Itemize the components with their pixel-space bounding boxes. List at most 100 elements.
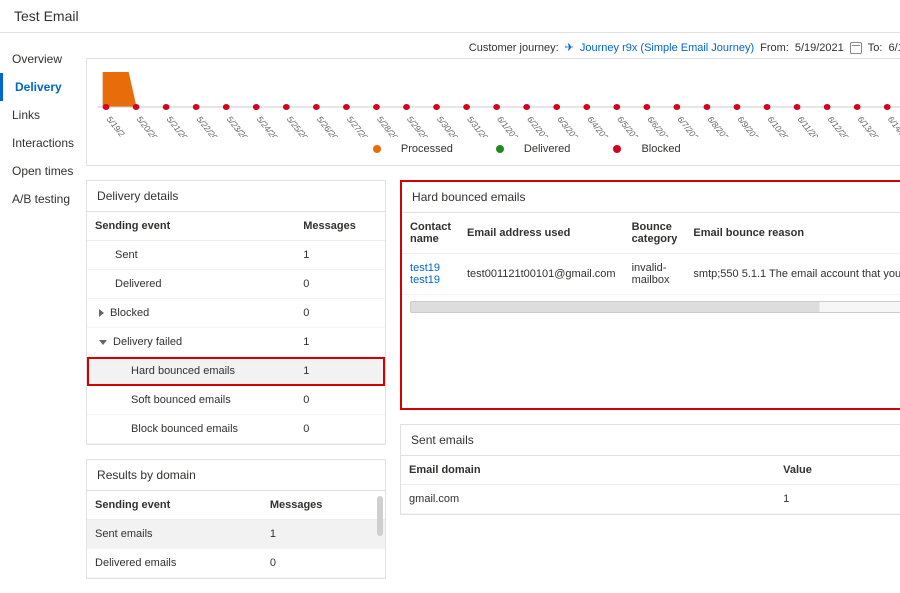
sidebar: Overview Delivery Links Interactions Ope… bbox=[0, 33, 86, 593]
page-title: Test Email bbox=[0, 0, 900, 33]
svg-text:5/21/2021: 5/21/2021 bbox=[164, 115, 196, 137]
journey-icon: ✈ bbox=[565, 41, 574, 54]
table-row[interactable]: Block bounced emails0 bbox=[87, 415, 385, 444]
sent-emails-panel: Sent emails ⤓ Email domain Value gmail.c… bbox=[400, 424, 900, 515]
journey-label: Customer journey: bbox=[469, 42, 559, 54]
row-value: 0 bbox=[295, 386, 385, 415]
panel-title: Delivery details bbox=[87, 181, 385, 212]
row-label: Sent emails bbox=[87, 520, 262, 549]
sidebar-item-delivery[interactable]: Delivery bbox=[0, 73, 86, 101]
svg-text:5/30/2021: 5/30/2021 bbox=[435, 115, 467, 137]
to-date[interactable]: 6/16/2021 bbox=[888, 42, 900, 54]
svg-text:6/2/2021: 6/2/2021 bbox=[525, 115, 554, 137]
hard-bounced-table: Contact name Email address used Bounce c… bbox=[402, 213, 900, 295]
svg-text:5/26/2021: 5/26/2021 bbox=[315, 115, 347, 137]
horizontal-scrollbar[interactable] bbox=[410, 301, 900, 313]
cell-category: invalid-mailbox bbox=[624, 254, 686, 295]
svg-text:6/11/2021: 6/11/2021 bbox=[795, 115, 826, 137]
svg-text:5/27/2021: 5/27/2021 bbox=[345, 115, 377, 137]
sidebar-item-links[interactable]: Links bbox=[0, 101, 86, 129]
calendar-icon[interactable] bbox=[850, 42, 862, 54]
svg-text:6/12/2021: 6/12/2021 bbox=[825, 115, 857, 137]
scrollbar[interactable] bbox=[377, 496, 383, 536]
svg-text:6/8/2021: 6/8/2021 bbox=[705, 115, 734, 137]
row-label: Soft bounced emails bbox=[131, 394, 231, 406]
delivery-timeline-chart: 5/19/25/20/20215/21/20215/22/20215/23/20… bbox=[97, 67, 900, 137]
col-reason[interactable]: Email bounce reason bbox=[685, 213, 900, 254]
svg-text:6/14/2021: 6/14/2021 bbox=[886, 115, 900, 137]
svg-text:6/9/2021: 6/9/2021 bbox=[735, 115, 764, 137]
row-label: Hard bounced emails bbox=[131, 365, 235, 377]
svg-text:5/19/2: 5/19/2 bbox=[104, 115, 127, 137]
svg-text:6/1/2021: 6/1/2021 bbox=[495, 115, 524, 137]
row-label: Delivered bbox=[115, 278, 161, 290]
panel-title: Sent emails bbox=[411, 433, 474, 447]
svg-text:5/25/2021: 5/25/2021 bbox=[285, 115, 317, 137]
col-sending-event[interactable]: Sending event bbox=[87, 212, 295, 241]
table-row[interactable]: gmail.com 1 bbox=[401, 485, 900, 514]
chart-legend: Processed Delivered Blocked bbox=[97, 137, 900, 155]
col-sending-event[interactable]: Sending event bbox=[87, 491, 262, 520]
chevron-right-icon[interactable] bbox=[99, 309, 104, 317]
table-row[interactable]: Hard bounced emails 1 bbox=[87, 357, 385, 386]
cell-value: 1 bbox=[775, 485, 900, 514]
cell-reason: smtp;550 5.1.1 The email account that yo… bbox=[685, 254, 900, 295]
svg-text:6/6/2021: 6/6/2021 bbox=[645, 115, 674, 137]
delivery-details-panel: Delivery details Sending event Messages … bbox=[86, 180, 386, 445]
timeline-chart-card: 5/19/25/20/20215/21/20215/22/20215/23/20… bbox=[86, 58, 900, 166]
cell-email: test001121t00101@gmail.com bbox=[459, 254, 624, 295]
table-row[interactable]: Delivery failed1 bbox=[87, 328, 385, 357]
svg-text:5/31/2021: 5/31/2021 bbox=[465, 115, 497, 137]
col-domain[interactable]: Email domain bbox=[401, 456, 775, 485]
table-row[interactable]: Sent emails1 bbox=[87, 520, 385, 549]
hard-bounced-panel: Hard bounced emails ⤓ Contact name Email… bbox=[400, 180, 900, 410]
svg-text:6/7/2021: 6/7/2021 bbox=[675, 115, 704, 137]
svg-text:5/28/2021: 5/28/2021 bbox=[375, 115, 407, 137]
col-category[interactable]: Bounce category bbox=[624, 213, 686, 254]
legend-delivered: Delivered bbox=[524, 143, 570, 155]
table-row[interactable]: Delivered0 bbox=[87, 270, 385, 299]
sent-emails-table: Email domain Value gmail.com 1 bbox=[401, 456, 900, 514]
svg-text:5/24/2021: 5/24/2021 bbox=[255, 115, 287, 137]
col-messages[interactable]: Messages bbox=[262, 491, 385, 520]
table-row[interactable]: test19 test19 test001121t00101@gmail.com… bbox=[402, 254, 900, 295]
table-row[interactable]: Blocked0 bbox=[87, 299, 385, 328]
chevron-down-icon[interactable] bbox=[99, 340, 107, 345]
svg-text:6/4/2021: 6/4/2021 bbox=[585, 115, 614, 137]
col-value[interactable]: Value bbox=[775, 456, 900, 485]
table-row[interactable]: Delivered emails0 bbox=[87, 549, 385, 578]
contact-link[interactable]: test19 test19 bbox=[402, 254, 459, 295]
row-value: 1 bbox=[295, 241, 385, 270]
from-date[interactable]: 5/19/2021 bbox=[795, 42, 844, 54]
svg-text:6/10/2021: 6/10/2021 bbox=[765, 115, 797, 137]
row-value: 1 bbox=[295, 357, 385, 386]
row-value: 0 bbox=[262, 549, 385, 578]
row-label: Delivered emails bbox=[87, 549, 262, 578]
svg-text:5/22/2021: 5/22/2021 bbox=[194, 115, 226, 137]
table-row[interactable]: Sent 1 bbox=[87, 241, 385, 270]
svg-text:6/5/2021: 6/5/2021 bbox=[615, 115, 644, 137]
to-label: To: bbox=[868, 42, 883, 54]
col-messages[interactable]: Messages bbox=[295, 212, 385, 241]
from-label: From: bbox=[760, 42, 789, 54]
col-contact[interactable]: Contact name bbox=[402, 213, 459, 254]
svg-text:5/20/2021: 5/20/2021 bbox=[134, 115, 166, 137]
col-email[interactable]: Email address used bbox=[459, 213, 624, 254]
sidebar-item-open-times[interactable]: Open times bbox=[0, 157, 86, 185]
delivery-details-table: Sending event Messages Sent1Delivered0Bl… bbox=[87, 212, 385, 444]
row-label: Sent bbox=[115, 249, 138, 261]
svg-text:5/29/2021: 5/29/2021 bbox=[405, 115, 437, 137]
sidebar-item-interactions[interactable]: Interactions bbox=[0, 129, 86, 157]
legend-blocked: Blocked bbox=[641, 143, 680, 155]
table-row[interactable]: Soft bounced emails 0 bbox=[87, 386, 385, 415]
panel-title: Results by domain bbox=[87, 460, 385, 491]
row-value: 0 bbox=[295, 299, 385, 328]
svg-text:6/3/2021: 6/3/2021 bbox=[555, 115, 584, 137]
row-value: 1 bbox=[262, 520, 385, 549]
row-value: 1 bbox=[295, 328, 385, 357]
sidebar-item-ab-testing[interactable]: A/B testing bbox=[0, 185, 86, 213]
journey-link[interactable]: Journey r9x (Simple Email Journey) bbox=[580, 42, 754, 54]
results-by-domain-panel: Results by domain Sending event Messages… bbox=[86, 459, 386, 579]
results-by-domain-table: Sending event Messages Sent emails1Deliv… bbox=[87, 491, 385, 578]
sidebar-item-overview[interactable]: Overview bbox=[0, 45, 86, 73]
